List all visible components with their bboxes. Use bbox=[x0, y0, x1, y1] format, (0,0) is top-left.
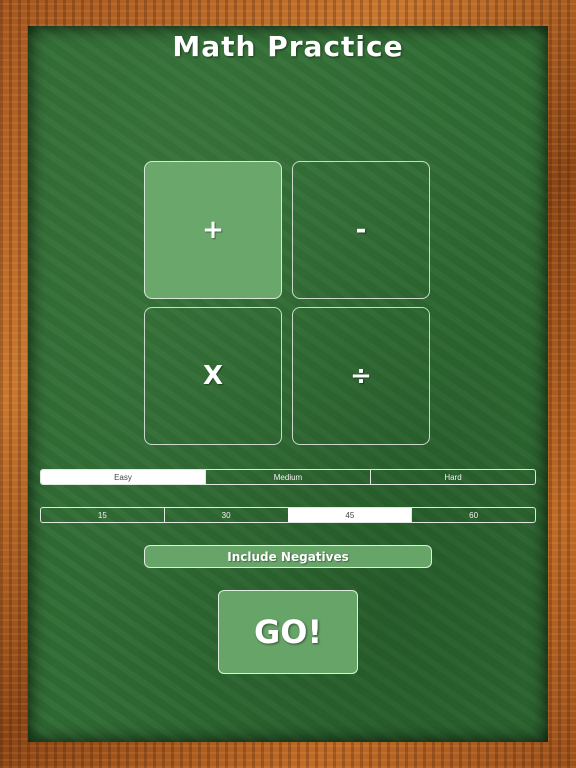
division-button[interactable]: ÷ bbox=[292, 307, 430, 445]
difficulty-medium[interactable]: Medium bbox=[205, 470, 370, 484]
multiply-icon: X bbox=[202, 361, 224, 391]
divide-icon: ÷ bbox=[350, 361, 372, 391]
plus-icon: + bbox=[202, 215, 224, 245]
go-button[interactable]: GO! bbox=[218, 590, 358, 674]
include-negatives-toggle[interactable]: Include Negatives bbox=[144, 545, 432, 568]
page-title: Math Practice bbox=[172, 30, 404, 63]
time-15[interactable]: 15 bbox=[41, 508, 164, 522]
difficulty-easy[interactable]: Easy bbox=[41, 470, 205, 484]
addition-button[interactable]: + bbox=[144, 161, 282, 299]
minus-icon: - bbox=[355, 215, 367, 245]
time-segmented-control: 15 30 45 60 bbox=[40, 507, 536, 523]
subtraction-button[interactable]: - bbox=[292, 161, 430, 299]
difficulty-segmented-control: Easy Medium Hard bbox=[40, 469, 536, 485]
multiplication-button[interactable]: X bbox=[144, 307, 282, 445]
time-45[interactable]: 45 bbox=[287, 508, 412, 522]
time-30[interactable]: 30 bbox=[163, 508, 288, 522]
difficulty-hard[interactable]: Hard bbox=[370, 470, 535, 484]
time-60[interactable]: 60 bbox=[411, 508, 535, 522]
